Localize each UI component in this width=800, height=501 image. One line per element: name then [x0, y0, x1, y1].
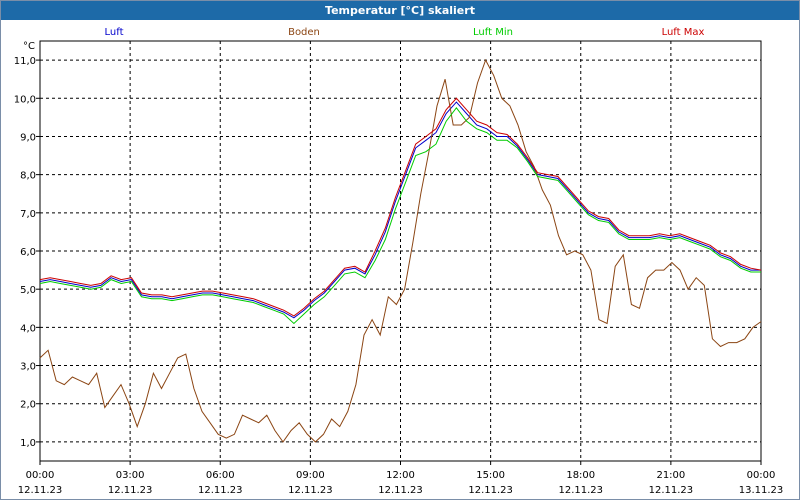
x-tick-time-label: 06:00 [206, 470, 235, 481]
y-tick-label: 2,0 [20, 400, 36, 411]
x-tick-time-label: 15:00 [476, 470, 505, 481]
y-tick-label: 8,0 [20, 171, 36, 182]
tick-labels: 1,0 2,0 3,0 4,0 5,0 6,0 7,0 8,0 9,0 10,0 11,0 °C 00:… [14, 41, 784, 496]
y-tick-label: 9,0 [20, 132, 36, 143]
x-tick-time-label: 03:00 [116, 470, 145, 481]
x-tick-date-label: 13.11.23 [739, 485, 784, 496]
y-tick-label: 4,0 [20, 323, 36, 334]
temperature-chart: 1,0 2,0 3,0 4,0 5,0 6,0 7,0 8,0 9,0 10,0 11,0 °C 00:… [14, 27, 784, 496]
x-tick-time-label: 09:00 [296, 470, 325, 481]
y-tick-label: 11,0 [14, 56, 36, 67]
y-tick-label: 6,0 [20, 247, 36, 258]
x-tick-time-label: 00:00 [747, 470, 776, 481]
x-tick-time-label: 18:00 [566, 470, 595, 481]
x-tick-date-label: 12.11.23 [198, 485, 243, 496]
x-tick-time-label: 00:00 [26, 470, 55, 481]
y-tick-label: 10,0 [14, 94, 36, 105]
y-tick-label: 3,0 [20, 362, 36, 373]
x-tick-date-label: 12.11.23 [649, 485, 694, 496]
y-tick-label: 1,0 [20, 438, 36, 449]
legend-entry-luft-max: Luft Max [662, 27, 705, 38]
y-unit-label: °C [23, 41, 35, 52]
x-tick-date-label: 12.11.23 [18, 485, 63, 496]
x-tick-date-label: 12.11.23 [468, 485, 513, 496]
chart-window: Temperatur [°C] skaliert 1,0 2,0 3,0 4,0 5,0… [0, 0, 800, 500]
legend-entry-luft: Luft [105, 27, 124, 38]
y-tick-label: 5,0 [20, 285, 36, 296]
x-tick-date-label: 12.11.23 [108, 485, 153, 496]
legend: Luft Boden Luft Min Luft Max [105, 27, 705, 38]
x-tick-date-label: 12.11.23 [558, 485, 603, 496]
grid-lines [39, 41, 762, 461]
y-tick-label: 7,0 [20, 209, 36, 220]
x-tick-time-label: 12:00 [386, 470, 415, 481]
legend-entry-luft-min: Luft Min [473, 27, 513, 38]
x-tick-date-label: 12.11.23 [288, 485, 333, 496]
x-tick-time-label: 21:00 [656, 470, 685, 481]
legend-entry-boden: Boden [288, 27, 320, 38]
plot-axes [36, 40, 762, 465]
x-tick-date-label: 12.11.23 [378, 485, 423, 496]
